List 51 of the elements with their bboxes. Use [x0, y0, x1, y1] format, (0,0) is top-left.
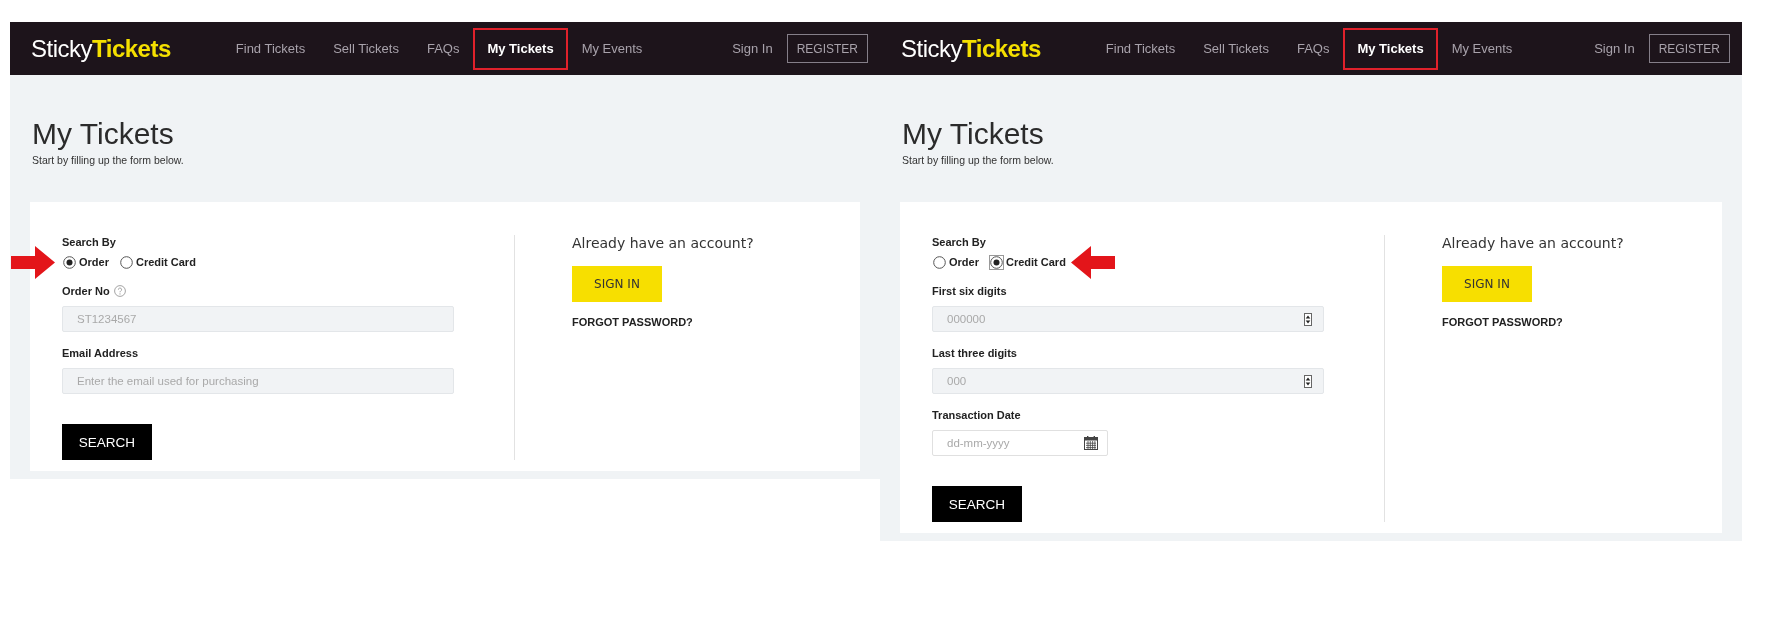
forgot-password-link[interactable]: FORGOT PASSWORD?	[572, 316, 693, 328]
nav-link[interactable]: My Events	[1437, 27, 1527, 70]
account-heading: Already have an account?	[1442, 235, 1625, 252]
radio-button[interactable]	[932, 255, 947, 270]
radio-button[interactable]	[118, 255, 134, 270]
field-label: Order No	[62, 284, 110, 298]
calendar-icon[interactable]	[1084, 436, 1098, 450]
number-input[interactable]: 000	[932, 368, 1324, 394]
sign-in-button[interactable]: SIGN IN	[572, 266, 662, 302]
account-heading: Already have an account?	[572, 235, 755, 252]
number-input[interactable]: 000000	[932, 306, 1324, 332]
radio-label: Order	[79, 255, 109, 270]
spinner-icon[interactable]	[1304, 312, 1312, 326]
text-input[interactable]: Enter the email used for purchasing	[62, 368, 454, 394]
logo[interactable]: StickyTickets	[901, 34, 1041, 63]
page-subtitle: Start by filling up the form below.	[32, 154, 185, 166]
date-input[interactable]: dd-mm-yyyy	[932, 430, 1108, 456]
nav-link[interactable]: Sell Tickets	[319, 27, 413, 70]
nav-link[interactable]: Sell Tickets	[1189, 27, 1283, 70]
radio-button[interactable]	[62, 255, 77, 270]
radio-label: Credit Card	[135, 255, 196, 270]
radio-label: Credit Card	[1005, 255, 1066, 270]
radio-button[interactable]	[988, 255, 1004, 270]
nav-link[interactable]: FAQs	[1282, 27, 1344, 70]
page-title: My Tickets	[32, 117, 175, 150]
register-button[interactable]: REGISTER	[1648, 34, 1730, 63]
sign-in-button[interactable]: SIGN IN	[1442, 266, 1532, 302]
spinner-icon[interactable]	[1304, 374, 1312, 388]
text-input[interactable]: ST1234567	[62, 306, 454, 332]
radio-label: Order	[949, 255, 979, 270]
search-button[interactable]: SEARCH	[62, 424, 152, 460]
field-label: Email Address	[62, 346, 138, 360]
nav-link[interactable]: My Tickets	[473, 27, 568, 70]
field-label: Transaction Date	[932, 408, 1021, 422]
field-label: First six digits	[932, 284, 1007, 298]
nav-link[interactable]: My Events	[567, 27, 657, 70]
register-button[interactable]: REGISTER	[786, 34, 868, 63]
group-label: Search By	[62, 235, 117, 249]
logo[interactable]: StickyTickets	[31, 34, 171, 63]
sign-in-link[interactable]: Sign In	[1594, 41, 1635, 56]
nav-link[interactable]: Find Tickets	[1091, 27, 1190, 70]
nav-link[interactable]: FAQs	[412, 27, 474, 70]
page-subtitle: Start by filling up the form below.	[902, 154, 1055, 166]
forgot-password-link[interactable]: FORGOT PASSWORD?	[1442, 316, 1563, 328]
nav-link[interactable]: Find Tickets	[221, 27, 320, 70]
search-button[interactable]: SEARCH	[932, 486, 1022, 522]
nav-link[interactable]: My Tickets	[1343, 27, 1438, 70]
page-title: My Tickets	[902, 117, 1045, 150]
group-label: Search By	[932, 235, 987, 249]
sign-in-link[interactable]: Sign In	[732, 41, 773, 56]
field-label: Last three digits	[932, 346, 1017, 360]
